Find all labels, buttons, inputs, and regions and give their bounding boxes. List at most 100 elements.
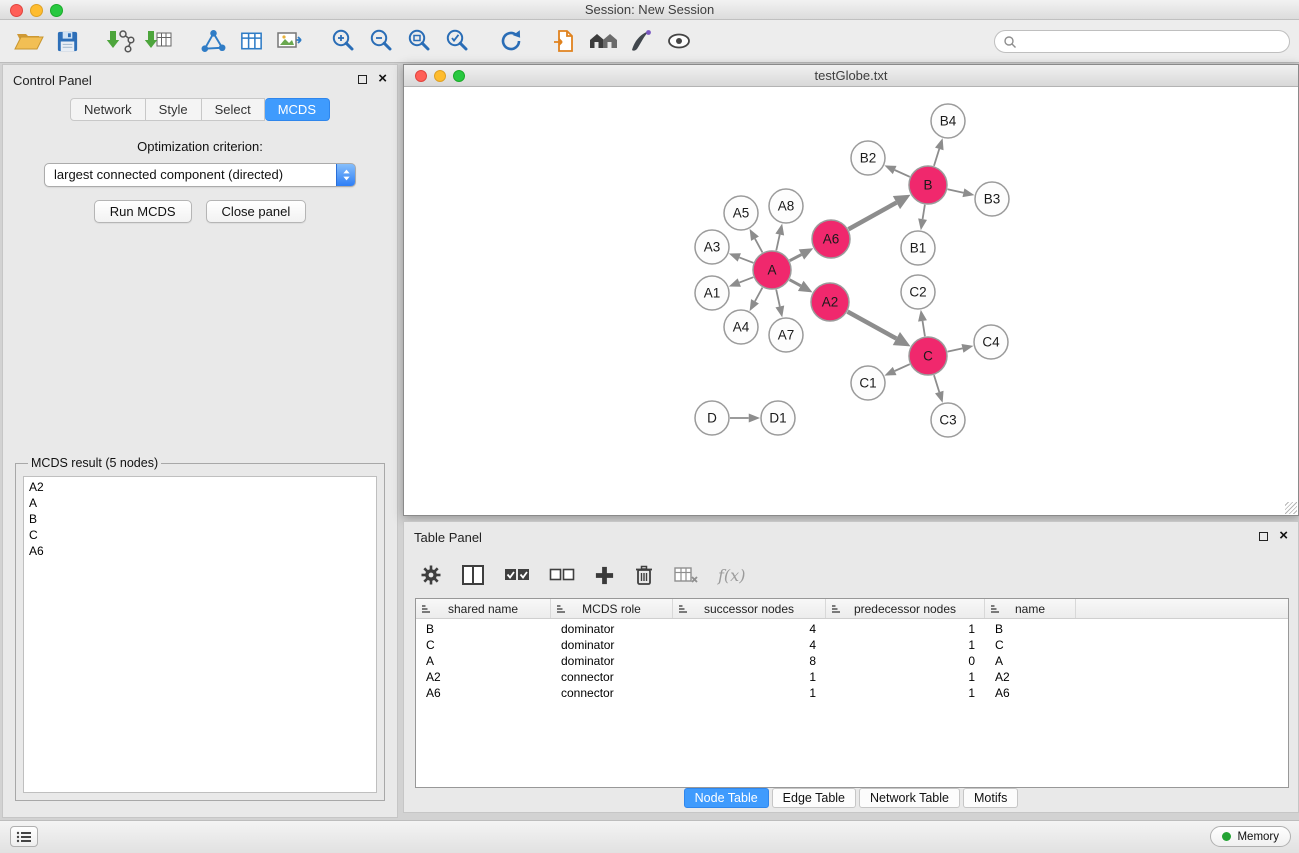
- edge-A2-C[interactable]: [848, 312, 897, 339]
- optimization-dropdown[interactable]: largest connected component (directed): [44, 163, 356, 187]
- node-A3[interactable]: A3: [695, 230, 729, 264]
- new-table-icon[interactable]: [232, 23, 270, 59]
- edge-A6-B[interactable]: [848, 203, 896, 230]
- control-tab-select[interactable]: Select: [202, 98, 265, 121]
- node-A5[interactable]: A5: [724, 196, 758, 230]
- memory-button[interactable]: Memory: [1210, 826, 1291, 847]
- network-window-titlebar[interactable]: testGlobe.txt: [404, 65, 1298, 87]
- edge-C-C3[interactable]: [934, 375, 939, 392]
- edge-C-C4[interactable]: [948, 348, 963, 351]
- table-row[interactable]: Bdominator41B: [416, 621, 1288, 637]
- node-B4[interactable]: B4: [931, 104, 965, 138]
- import-network-file-icon[interactable]: [102, 23, 140, 59]
- table-tab-motifs[interactable]: Motifs: [963, 788, 1018, 808]
- edge-A-A1[interactable]: [739, 277, 753, 282]
- edge-A-A3[interactable]: [739, 257, 753, 262]
- column-header-shared-name[interactable]: shared name: [416, 599, 551, 618]
- edge-A-A5[interactable]: [755, 239, 762, 253]
- import-table-file-icon[interactable]: [140, 23, 178, 59]
- zoom-window-button[interactable]: [50, 4, 63, 17]
- column-header-successor-nodes[interactable]: successor nodes: [673, 599, 826, 618]
- add-row-icon[interactable]: [594, 565, 615, 586]
- control-tab-style[interactable]: Style: [146, 98, 202, 121]
- close-panel-button[interactable]: Close panel: [206, 200, 307, 223]
- mcds-result-item[interactable]: B: [29, 511, 371, 527]
- zoom-out-icon[interactable]: [362, 23, 400, 59]
- minimize-window-button[interactable]: [30, 4, 43, 17]
- mcds-result-item[interactable]: A6: [29, 543, 371, 559]
- close-window-button[interactable]: [10, 4, 23, 17]
- node-A[interactable]: A: [753, 251, 791, 289]
- node-D1[interactable]: D1: [761, 401, 795, 435]
- function-builder-icon[interactable]: f(x): [718, 566, 745, 585]
- column-header-MCDS-role[interactable]: MCDS role: [551, 599, 673, 618]
- node-C[interactable]: C: [909, 337, 947, 375]
- edge-B-B4[interactable]: [934, 149, 939, 166]
- window-resize-grip[interactable]: [1285, 502, 1297, 514]
- select-all-icon[interactable]: [504, 565, 530, 585]
- zoom-selected-icon[interactable]: [438, 23, 476, 59]
- edge-B-B1[interactable]: [923, 205, 925, 219]
- mcds-result-item[interactable]: A2: [29, 479, 371, 495]
- delete-row-icon[interactable]: [634, 564, 654, 586]
- node-C3[interactable]: C3: [931, 403, 965, 437]
- node-A4[interactable]: A4: [724, 310, 758, 344]
- new-network-icon[interactable]: [194, 23, 232, 59]
- mcds-result-item[interactable]: A: [29, 495, 371, 511]
- deselect-all-icon[interactable]: [549, 565, 575, 585]
- zoom-fit-icon[interactable]: [400, 23, 438, 59]
- node-B3[interactable]: B3: [975, 182, 1009, 216]
- network-graph[interactable]: B4B2BB3A8A5A6A3B1AC2A1A2A4A7C4CC1DD1C3: [404, 87, 1298, 515]
- columns-icon[interactable]: [461, 564, 485, 586]
- table-tab-edge-table[interactable]: Edge Table: [772, 788, 856, 808]
- style-brush-icon[interactable]: [622, 23, 660, 59]
- export-image-icon[interactable]: [270, 23, 308, 59]
- edge-A-A2[interactable]: [790, 280, 801, 286]
- show-graphics-icon[interactable]: [660, 23, 698, 59]
- edge-A-A8[interactable]: [776, 235, 779, 251]
- column-header-name[interactable]: name: [985, 599, 1076, 618]
- zoom-in-icon[interactable]: [324, 23, 362, 59]
- node-C4[interactable]: C4: [974, 325, 1008, 359]
- node-B[interactable]: B: [909, 166, 947, 204]
- close-table-panel-icon[interactable]: ×: [1279, 531, 1288, 541]
- column-header-predecessor-nodes[interactable]: predecessor nodes: [826, 599, 985, 618]
- node-C1[interactable]: C1: [851, 366, 885, 400]
- open-session-doc-icon[interactable]: [546, 23, 584, 59]
- node-B1[interactable]: B1: [901, 231, 935, 265]
- control-tab-mcds[interactable]: MCDS: [265, 98, 330, 121]
- first-neighbors-icon[interactable]: [584, 23, 622, 59]
- edge-C-C2[interactable]: [923, 321, 925, 336]
- float-panel-icon[interactable]: [358, 75, 367, 84]
- node-A1[interactable]: A1: [695, 276, 729, 310]
- search-box[interactable]: [994, 30, 1290, 53]
- node-A2[interactable]: A2: [811, 283, 849, 321]
- search-input[interactable]: [1022, 35, 1281, 49]
- network-zoom-button[interactable]: [453, 70, 465, 82]
- table-row[interactable]: Adominator80A: [416, 653, 1288, 669]
- node-C2[interactable]: C2: [901, 275, 935, 309]
- control-tab-network[interactable]: Network: [70, 98, 146, 121]
- run-mcds-button[interactable]: Run MCDS: [94, 200, 192, 223]
- float-table-panel-icon[interactable]: [1259, 532, 1268, 541]
- table-tab-network-table[interactable]: Network Table: [859, 788, 960, 808]
- table-row[interactable]: A6connector11A6: [416, 685, 1288, 701]
- edge-B-B3[interactable]: [948, 189, 964, 192]
- mcds-result-item[interactable]: C: [29, 527, 371, 543]
- edge-A-A7[interactable]: [776, 290, 780, 307]
- close-panel-icon[interactable]: ×: [378, 74, 387, 84]
- save-session-icon[interactable]: [48, 23, 86, 59]
- show-panel-button[interactable]: [10, 826, 38, 847]
- table-row[interactable]: A2connector11A2: [416, 669, 1288, 685]
- table-row[interactable]: Cdominator41C: [416, 637, 1288, 653]
- edge-C-C1[interactable]: [895, 364, 910, 371]
- node-A8[interactable]: A8: [769, 189, 803, 223]
- network-canvas[interactable]: B4B2BB3A8A5A6A3B1AC2A1A2A4A7C4CC1DD1C3: [404, 87, 1298, 515]
- edge-A-A4[interactable]: [755, 288, 762, 302]
- mcds-result-list[interactable]: A2ABCA6: [23, 476, 377, 793]
- table-tab-node-table[interactable]: Node Table: [684, 788, 769, 808]
- settings-icon[interactable]: [420, 564, 442, 586]
- network-minimize-button[interactable]: [434, 70, 446, 82]
- edge-B-B2[interactable]: [895, 170, 910, 177]
- destroy-table-icon[interactable]: [673, 565, 699, 585]
